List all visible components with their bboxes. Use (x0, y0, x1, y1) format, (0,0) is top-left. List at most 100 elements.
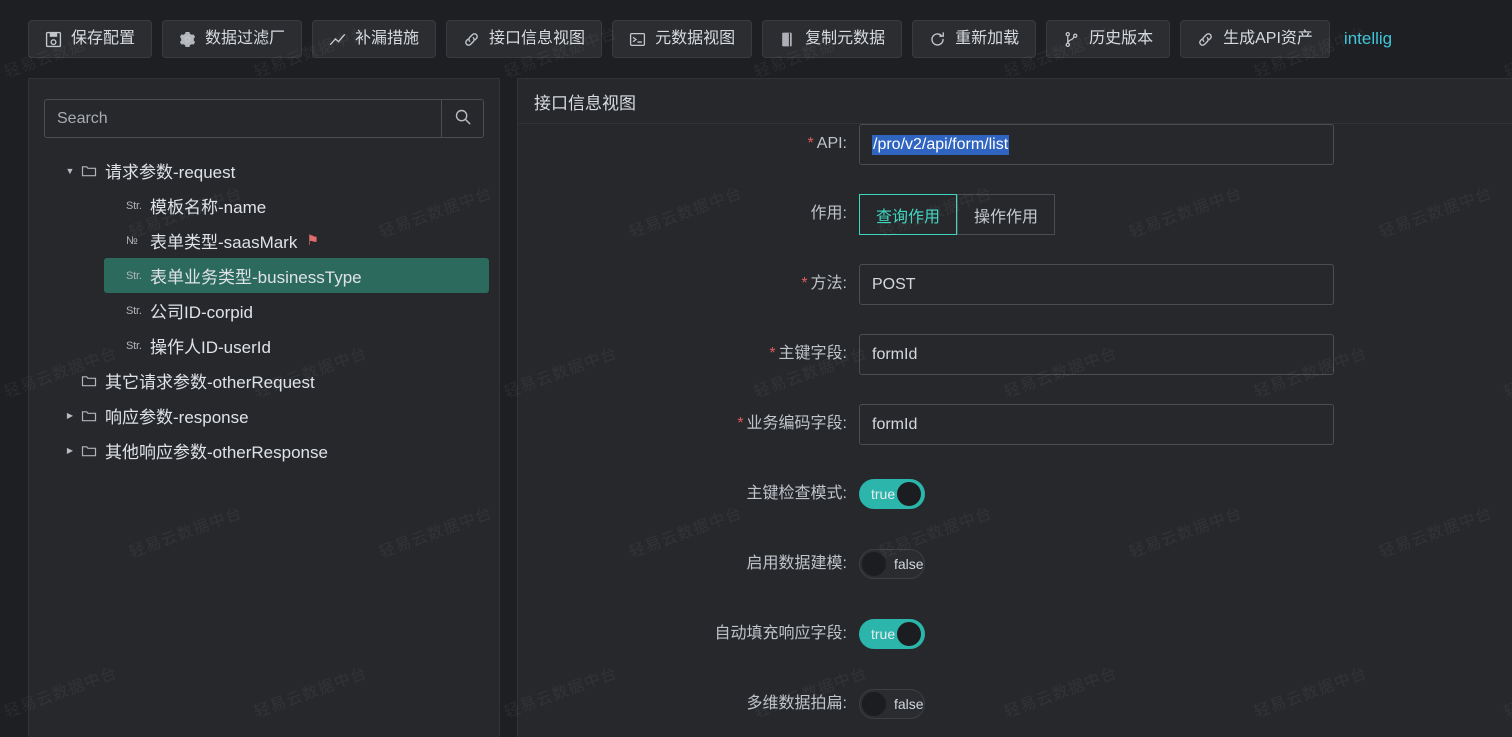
required-asterisk: * (769, 345, 776, 362)
form-label-text: 主键检查模式: (746, 485, 847, 502)
form-label-text: 多维数据拍扁: (746, 695, 847, 712)
link-icon (1197, 31, 1214, 48)
api-info-view-button[interactable]: 接口信息视图 (446, 20, 603, 58)
input-value-primary_key: formId (872, 345, 918, 363)
history-version-button[interactable]: 历史版本 (1046, 20, 1171, 58)
tree-item[interactable]: 其他响应参数-otherResponse (59, 433, 489, 468)
reload-button[interactable]: 重新加载 (912, 20, 1037, 58)
form-label-api: * API: (518, 124, 859, 164)
form-row-pk_check: 主键检查模式: true (518, 474, 1512, 544)
chevron-right-icon[interactable] (59, 433, 81, 468)
form-label-text: 方法: (810, 275, 847, 292)
input-value-api: /pro/v2/api/form/list (872, 134, 1010, 155)
git-branch-icon (1063, 31, 1080, 48)
form-label-text: 业务编码字段: (746, 415, 847, 432)
api-info-form: * API:/pro/v2/api/form/list 作用: 查询作用 操作作用 * 方法… (518, 124, 1512, 737)
chevron-right-icon[interactable] (59, 398, 81, 433)
segment-option-1[interactable]: 操作作用 (957, 194, 1056, 235)
input-method[interactable]: POST (859, 264, 1334, 305)
tree-item-label: 表单类型-saasMark (150, 233, 298, 252)
form-label-usage: 作用: (518, 194, 859, 234)
input-value-method: POST (872, 275, 916, 293)
tree-item[interactable]: № 表单类型-saasMark ⚑ (104, 223, 489, 258)
input-biz_code[interactable]: formId (859, 404, 1334, 445)
folder-icon (81, 163, 105, 179)
form-label-primary_key: * 主键字段: (518, 334, 859, 374)
tree-item[interactable]: 请求参数-request (59, 153, 489, 188)
form-control-data_model: false (859, 544, 925, 579)
tree-item-label: 其它请求参数-otherRequest (105, 373, 315, 392)
input-primary_key[interactable]: formId (859, 334, 1334, 375)
data-filter-label: 数据过滤厂 (205, 30, 286, 47)
toggle-value-pk_check: true (871, 486, 896, 502)
reload-label: 重新加载 (955, 30, 1020, 47)
toggle-auto_fill[interactable]: true (859, 619, 925, 649)
metadata-view-label: 元数据视图 (655, 30, 736, 47)
metadata-view-button[interactable]: 元数据视图 (612, 20, 753, 58)
segment-option-0[interactable]: 查询作用 (859, 194, 958, 235)
search-button[interactable] (441, 100, 483, 137)
field-type-icon: Str. (126, 339, 142, 352)
search-icon (454, 108, 472, 129)
top-toolbar: 保存配置 数据过滤厂 补漏措施 接口信息视图 元数据视图 复制元数据 重新加载 … (0, 0, 1512, 78)
save-icon (45, 31, 62, 48)
tree-item-label: 请求参数-request (105, 163, 236, 182)
tree-item[interactable]: Str. 表单业务类型-businessType (104, 258, 489, 293)
form-label-biz_code: * 业务编码字段: (518, 404, 859, 444)
flag-icon: ⚑ (306, 232, 319, 248)
patch-measure-label: 补漏措施 (355, 30, 420, 47)
folder-icon (81, 373, 105, 389)
chevron-down-icon[interactable] (59, 153, 81, 188)
generate-api-asset-label: 生成API资产 (1223, 30, 1313, 47)
tree-item[interactable]: Str. 模板名称-name (104, 188, 489, 223)
form-label-text: 启用数据建模: (746, 555, 847, 572)
form-control-primary_key: formId (859, 334, 1334, 375)
history-version-label: 历史版本 (1089, 30, 1154, 47)
form-row-api: * API: /pro/v2/api/form/list (518, 124, 1512, 194)
form-control-flatten: false (859, 684, 925, 719)
link-icon (463, 31, 480, 48)
copy-metadata-button[interactable]: 复制元数据 (762, 20, 903, 58)
form-label-data_model: 启用数据建模: (518, 544, 859, 584)
tree-item[interactable]: 其它请求参数-otherRequest (59, 363, 489, 398)
form-row-method: * 方法: POST (518, 264, 1512, 334)
parameter-tree: 请求参数-request Str. 模板名称-name № 表单类型-saasMark ⚑… (29, 153, 501, 468)
form-label-method: * 方法: (518, 264, 859, 304)
input-api[interactable]: /pro/v2/api/form/list (859, 124, 1334, 165)
tree-item-label: 表单业务类型-businessType (150, 268, 362, 287)
required-asterisk: * (737, 415, 744, 432)
field-type-icon: № (126, 234, 138, 247)
toggle-data_model[interactable]: false (859, 549, 925, 579)
api-info-detail-panel: 接口信息视图 * API: /pro/v2/api/form/list 作用: 查询作用… (517, 78, 1512, 737)
form-row-flatten: 多维数据拍扁: false (518, 684, 1512, 737)
form-row-biz_code: * 业务编码字段: formId (518, 404, 1512, 474)
gear-icon (179, 31, 196, 48)
form-label-text: 主键字段: (778, 345, 847, 362)
save-config-button[interactable]: 保存配置 (28, 20, 153, 58)
toggle-flatten[interactable]: false (859, 689, 925, 719)
form-control-biz_code: formId (859, 404, 1334, 445)
form-label-text: 自动填充响应字段: (714, 625, 847, 642)
toggle-pk_check[interactable]: true (859, 479, 925, 509)
toggle-value-flatten: false (894, 696, 924, 712)
tree-item[interactable]: Str. 公司ID-corpid (104, 293, 489, 328)
detail-panel-title: 接口信息视图 (518, 79, 1512, 124)
generate-api-asset-button[interactable]: 生成API资产 (1180, 20, 1330, 58)
required-asterisk: * (801, 275, 808, 292)
required-asterisk: * (807, 135, 814, 152)
form-label-auto_fill: 自动填充响应字段: (518, 614, 859, 654)
form-label-text: 作用: (810, 205, 847, 222)
toggle-value-auto_fill: true (871, 626, 896, 642)
patch-measure-button[interactable]: 补漏措施 (312, 20, 437, 58)
data-filter-button[interactable]: 数据过滤厂 (162, 20, 303, 58)
tree-item[interactable]: Str. 操作人ID-userId (104, 328, 489, 363)
tree-item[interactable]: 响应参数-response (59, 398, 489, 433)
form-control-api: /pro/v2/api/form/list (859, 124, 1334, 165)
toggle-knob (862, 692, 886, 716)
tree-item-label: 其他响应参数-otherResponse (105, 443, 328, 462)
search-input[interactable] (45, 100, 441, 137)
toolbar-trailing-text: intellig (1343, 29, 1393, 48)
